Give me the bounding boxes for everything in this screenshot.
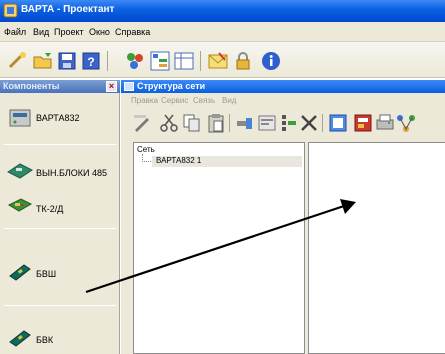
component-item-varta832[interactable]: ВАРТА832 <box>0 104 120 144</box>
menu-help[interactable]: Справка <box>115 27 150 37</box>
insert-icon[interactable] <box>234 112 256 134</box>
cable-block-icon <box>9 330 31 347</box>
window-title: ВАРТА - Проектант <box>21 4 115 15</box>
components-panel-header: Компоненты × <box>0 80 120 93</box>
toolbar-separator <box>200 51 201 71</box>
save-icon[interactable] <box>56 50 78 72</box>
menu-view[interactable]: Вид <box>222 96 236 105</box>
menu-view[interactable]: Вид <box>33 27 49 37</box>
wizard-icon[interactable] <box>7 50 29 72</box>
table-icon[interactable] <box>173 50 195 72</box>
tree-connector <box>142 161 151 162</box>
window-icon <box>124 82 134 91</box>
edit-icon[interactable] <box>131 112 153 134</box>
mail-icon[interactable] <box>207 50 229 72</box>
component-label: БВК <box>36 335 54 345</box>
panel-divider <box>4 305 116 306</box>
open-folder-icon[interactable] <box>32 50 54 72</box>
device-icon <box>9 109 31 127</box>
component-label: БВШ <box>36 269 57 279</box>
properties-pane <box>308 142 445 354</box>
network-structure-window: Структура сети Правка Сервис Связь Вид С… <box>121 80 445 354</box>
component-item-bvsh[interactable]: БВШ <box>0 260 120 286</box>
menu-bar: Файл Вид Проект Окно Справка <box>0 22 445 42</box>
component-item-bvk[interactable]: БВК <box>0 326 120 352</box>
panel-divider <box>4 144 116 145</box>
close-icon[interactable]: × <box>106 81 117 92</box>
menu-window[interactable]: Окно <box>89 27 110 37</box>
toolbar-separator <box>229 114 230 132</box>
paste-icon[interactable] <box>205 112 227 134</box>
panel-divider <box>4 228 116 229</box>
network-toolbar <box>121 108 445 138</box>
components-icon[interactable] <box>124 50 146 72</box>
tree-node-varta832-1[interactable]: ВАРТА832 1 <box>152 156 302 167</box>
delete-icon[interactable] <box>298 112 320 134</box>
module-icon <box>7 163 33 179</box>
main-toolbar: ? <box>0 42 445 78</box>
component-label: ВЫН.БЛОКИ 485 <box>36 168 108 178</box>
component-item-remote-blocks[interactable]: ВЫН.БЛОКИ 485 <box>0 160 120 184</box>
help-book-icon[interactable]: ? <box>80 50 102 72</box>
network-window-menu: Правка Сервис Связь Вид <box>121 94 445 108</box>
properties-icon[interactable] <box>256 112 278 134</box>
lock-icon[interactable] <box>232 50 254 72</box>
tree-root-network[interactable]: Сеть <box>137 145 155 154</box>
component-label: ТК-2/Д <box>36 204 64 214</box>
copy-icon[interactable] <box>181 112 203 134</box>
app-icon <box>3 3 18 18</box>
component-label: ВАРТА832 <box>36 113 80 123</box>
toolbar-separator <box>322 114 323 132</box>
board-icon <box>7 198 33 212</box>
print-icon[interactable] <box>374 112 396 134</box>
toolbar-separator <box>107 51 108 71</box>
components-panel: Компоненты × ВАРТА832 ВЫН.БЛОКИ 485 ТК-2… <box>0 80 120 354</box>
menu-edit[interactable]: Правка <box>131 96 158 105</box>
component-item-tk2d[interactable]: ТК-2/Д <box>0 195 120 221</box>
components-panel-title: Компоненты <box>3 81 60 91</box>
menu-service[interactable]: Сервис <box>161 96 188 105</box>
menu-file[interactable]: Файл <box>4 27 26 37</box>
network-icon[interactable] <box>395 112 417 134</box>
svg-text:?: ? <box>87 55 94 69</box>
device-red-icon[interactable] <box>352 112 374 134</box>
cut-icon[interactable] <box>158 112 180 134</box>
menu-project[interactable]: Проект <box>54 27 84 37</box>
tree-node-label: ВАРТА832 1 <box>156 156 202 165</box>
menu-connection[interactable]: Связь <box>193 96 215 105</box>
title-bar: ВАРТА - Проектант <box>0 0 445 22</box>
info-icon[interactable] <box>260 50 282 72</box>
grid-icon[interactable] <box>278 112 300 134</box>
frame-icon[interactable] <box>327 112 349 134</box>
network-window-header: Структура сети <box>121 80 445 93</box>
cable-block-icon <box>9 264 31 281</box>
network-window-title: Структура сети <box>137 81 206 91</box>
network-tree[interactable]: Сеть ВАРТА832 1 <box>133 142 305 354</box>
tree-icon[interactable] <box>149 50 171 72</box>
